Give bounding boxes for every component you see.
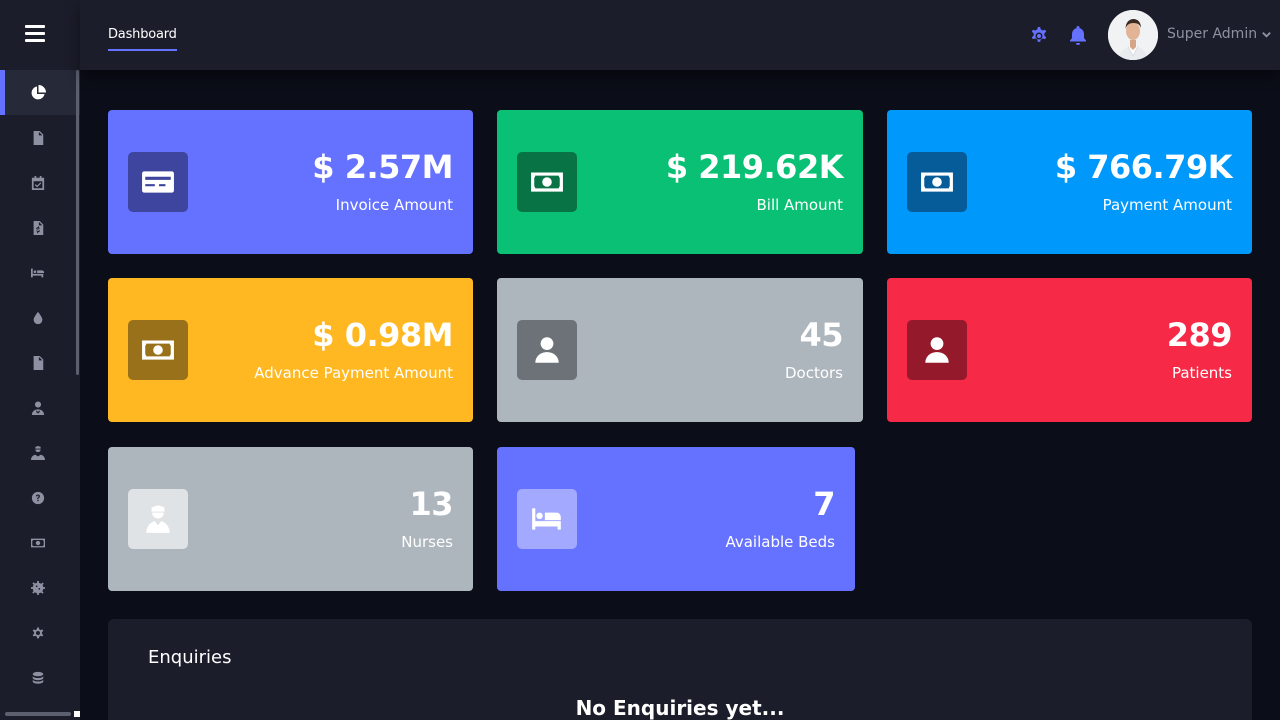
- sidebar-item-invoices[interactable]: [0, 115, 80, 160]
- stat-card-invoice[interactable]: $ 2.57M Invoice Amount: [108, 110, 473, 254]
- stat-label: Available Beds: [725, 533, 835, 551]
- user-nurse-icon: [141, 502, 175, 536]
- sidebar-item-settings[interactable]: [0, 610, 80, 655]
- stat-value: 289: [1166, 316, 1233, 354]
- stat-value: 7: [813, 485, 835, 523]
- stat-card-bill[interactable]: $ 219.62K Bill Amount: [497, 110, 863, 254]
- chart-pie-icon: [30, 85, 46, 101]
- stat-value: $ 0.98M: [312, 316, 453, 354]
- sidebar-horizontal-scrollbar[interactable]: [5, 712, 71, 716]
- stat-value: 45: [799, 316, 843, 354]
- stat-label: Payment Amount: [1102, 196, 1232, 214]
- stat-value: $ 766.79K: [1054, 148, 1233, 186]
- enquiries-panel: Enquiries No Enquiries yet...: [108, 619, 1252, 720]
- top-header: Dashboard Super Admin: [80, 0, 1280, 70]
- sidebar-item-billings[interactable]: [0, 205, 80, 250]
- sidebar-item-nurses[interactable]: [0, 430, 80, 475]
- icon-box: [128, 489, 188, 549]
- file-invoice-icon: [31, 131, 45, 145]
- stat-card-advance-payment[interactable]: $ 0.98M Advance Payment Amount: [108, 278, 473, 422]
- bed-icon: [530, 502, 564, 536]
- sidebar-scrollbar[interactable]: [76, 70, 79, 375]
- sidebar-item-vaccinations[interactable]: [0, 565, 80, 610]
- money-icon: [31, 536, 45, 550]
- question-icon: [31, 491, 45, 505]
- enquiries-empty-message: No Enquiries yet...: [575, 696, 785, 720]
- file-dollar-icon: [31, 221, 45, 235]
- stat-value: 13: [409, 485, 453, 523]
- notification-bell-icon[interactable]: [1068, 25, 1088, 45]
- user-menu[interactable]: Super Admin: [1167, 26, 1272, 42]
- sidebar-item-blood-bank[interactable]: [0, 295, 80, 340]
- calendar-check-icon: [31, 176, 45, 190]
- sidebar-item-finance[interactable]: [0, 520, 80, 565]
- money-bill-icon: [920, 165, 954, 199]
- bed-icon: [31, 266, 45, 280]
- stat-card-nurses[interactable]: 13 Nurses: [108, 447, 473, 591]
- sidebar-item-beds[interactable]: [0, 250, 80, 295]
- sidebar-item-enquiries[interactable]: [0, 475, 80, 520]
- document-icon: [31, 356, 45, 370]
- user-name-label: Super Admin: [1167, 26, 1258, 42]
- money-bill-icon: [530, 165, 564, 199]
- stat-card-payment[interactable]: $ 766.79K Payment Amount: [887, 110, 1252, 254]
- stat-label: Advance Payment Amount: [254, 364, 453, 382]
- user-nurse-icon: [31, 446, 45, 460]
- stat-value: $ 2.57M: [312, 148, 453, 186]
- blood-drop-icon: [31, 311, 45, 325]
- stat-value: $ 219.62K: [665, 148, 844, 186]
- sidebar-nav: [0, 70, 80, 700]
- enquiries-title: Enquiries: [148, 647, 232, 668]
- sidebar-item-doctors[interactable]: [0, 385, 80, 430]
- chevron-down-icon: [1262, 31, 1271, 38]
- avatar[interactable]: [1108, 10, 1158, 60]
- credit-card-icon: [141, 165, 175, 199]
- sidebar-item-dashboard[interactable]: [0, 70, 80, 115]
- icon-box: [517, 489, 577, 549]
- icon-box: [128, 320, 188, 380]
- user-icon: [920, 333, 954, 367]
- sidebar-item-accounts[interactable]: [0, 655, 80, 700]
- icon-box: [907, 320, 967, 380]
- sidebar-item-appointments[interactable]: [0, 160, 80, 205]
- stat-label: Nurses: [401, 533, 453, 551]
- stat-card-available-beds[interactable]: 7 Available Beds: [497, 447, 855, 591]
- tab-dashboard[interactable]: Dashboard: [108, 27, 177, 51]
- coins-icon: [31, 671, 45, 685]
- stat-label: Bill Amount: [756, 196, 843, 214]
- icon-box: [907, 152, 967, 212]
- menu-toggle-icon[interactable]: [25, 25, 45, 45]
- user-icon: [530, 333, 564, 367]
- stat-card-doctors[interactable]: 45 Doctors: [497, 278, 863, 422]
- sidebar-item-documents[interactable]: [0, 340, 80, 385]
- money-bill-icon: [141, 333, 175, 367]
- sidebar: [0, 0, 80, 720]
- stat-label: Patients: [1171, 364, 1232, 382]
- icon-box: [517, 152, 577, 212]
- user-doctor-icon: [31, 401, 45, 415]
- vaccine-icon: [31, 581, 45, 595]
- theme-settings-icon[interactable]: [1029, 25, 1049, 45]
- stat-label: Doctors: [784, 364, 843, 382]
- stat-card-patients[interactable]: 289 Patients: [887, 278, 1252, 422]
- scrollbar-corner: [74, 711, 80, 717]
- gear-icon: [31, 626, 45, 640]
- icon-box: [128, 152, 188, 212]
- icon-box: [517, 320, 577, 380]
- stat-label: Invoice Amount: [335, 196, 453, 214]
